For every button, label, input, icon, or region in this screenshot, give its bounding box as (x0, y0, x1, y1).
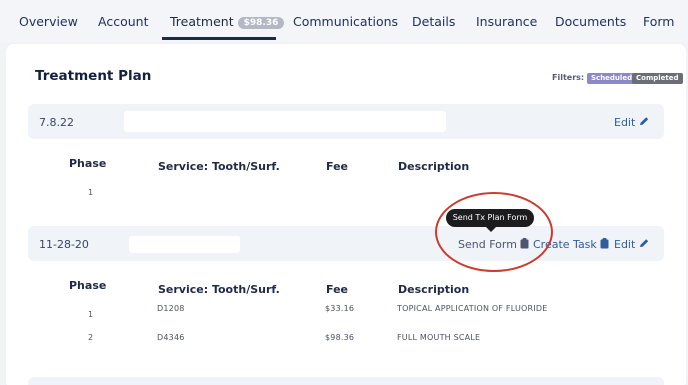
row-phase: 1 (88, 188, 94, 197)
edit-plan-button[interactable]: Edit (614, 238, 650, 252)
col-header-service: Service: Tooth/Surf. (158, 283, 280, 296)
row-phase: 1 (88, 310, 94, 319)
col-header-fee: Fee (326, 283, 348, 296)
tab-treatment-label: Treatment (170, 14, 234, 29)
tab-account[interactable]: Account (98, 14, 148, 29)
treatment-balance-badge: $98.36 (237, 17, 285, 29)
plan-date: 7.8.22 (39, 116, 74, 129)
filter-completed[interactable]: Completed (632, 73, 683, 84)
tab-bar: Overview Account Treatment $98.36 Communi… (0, 0, 688, 42)
row-description: TOPICAL APPLICATION OF FLUORIDE (397, 304, 548, 313)
tab-form[interactable]: Form (643, 14, 675, 29)
clipboard-icon (600, 238, 609, 252)
col-header-fee: Fee (326, 160, 348, 173)
active-tab-indicator (162, 37, 276, 40)
pencil-icon (638, 238, 650, 252)
col-header-phase: Phase (69, 157, 107, 170)
annotation-circle (435, 192, 553, 272)
row-fee: $98.36 (325, 333, 355, 342)
row-service: D4346 (157, 333, 185, 342)
edit-plan-button[interactable]: Edit (614, 116, 650, 130)
next-plan-bar (28, 377, 664, 385)
row-fee: $33.16 (325, 304, 355, 313)
row-phase: 2 (88, 333, 94, 342)
tab-treatment[interactable]: Treatment $98.36 (170, 14, 285, 29)
page-title: Treatment Plan (35, 68, 152, 84)
tab-documents[interactable]: Documents (555, 14, 626, 29)
redacted-field (129, 236, 240, 253)
filter-scheduled[interactable]: Scheduled (587, 73, 637, 84)
tab-details[interactable]: Details (412, 14, 455, 29)
col-header-description: Description (398, 160, 470, 173)
edit-label: Edit (614, 116, 636, 129)
col-header-service: Service: Tooth/Surf. (158, 160, 280, 173)
pencil-icon (638, 116, 650, 130)
row-description: FULL MOUTH SCALE (397, 333, 481, 342)
row-service: D1208 (157, 304, 185, 313)
tab-overview[interactable]: Overview (19, 14, 78, 29)
plan-date: 11-28-20 (39, 238, 89, 251)
edit-label: Edit (614, 238, 636, 251)
col-header-phase: Phase (69, 279, 107, 292)
tab-communications[interactable]: Communications (293, 14, 398, 29)
filters-label: Filters: (552, 73, 585, 82)
tab-insurance[interactable]: Insurance (476, 14, 537, 29)
col-header-description: Description (398, 283, 470, 296)
redacted-field (124, 111, 446, 132)
